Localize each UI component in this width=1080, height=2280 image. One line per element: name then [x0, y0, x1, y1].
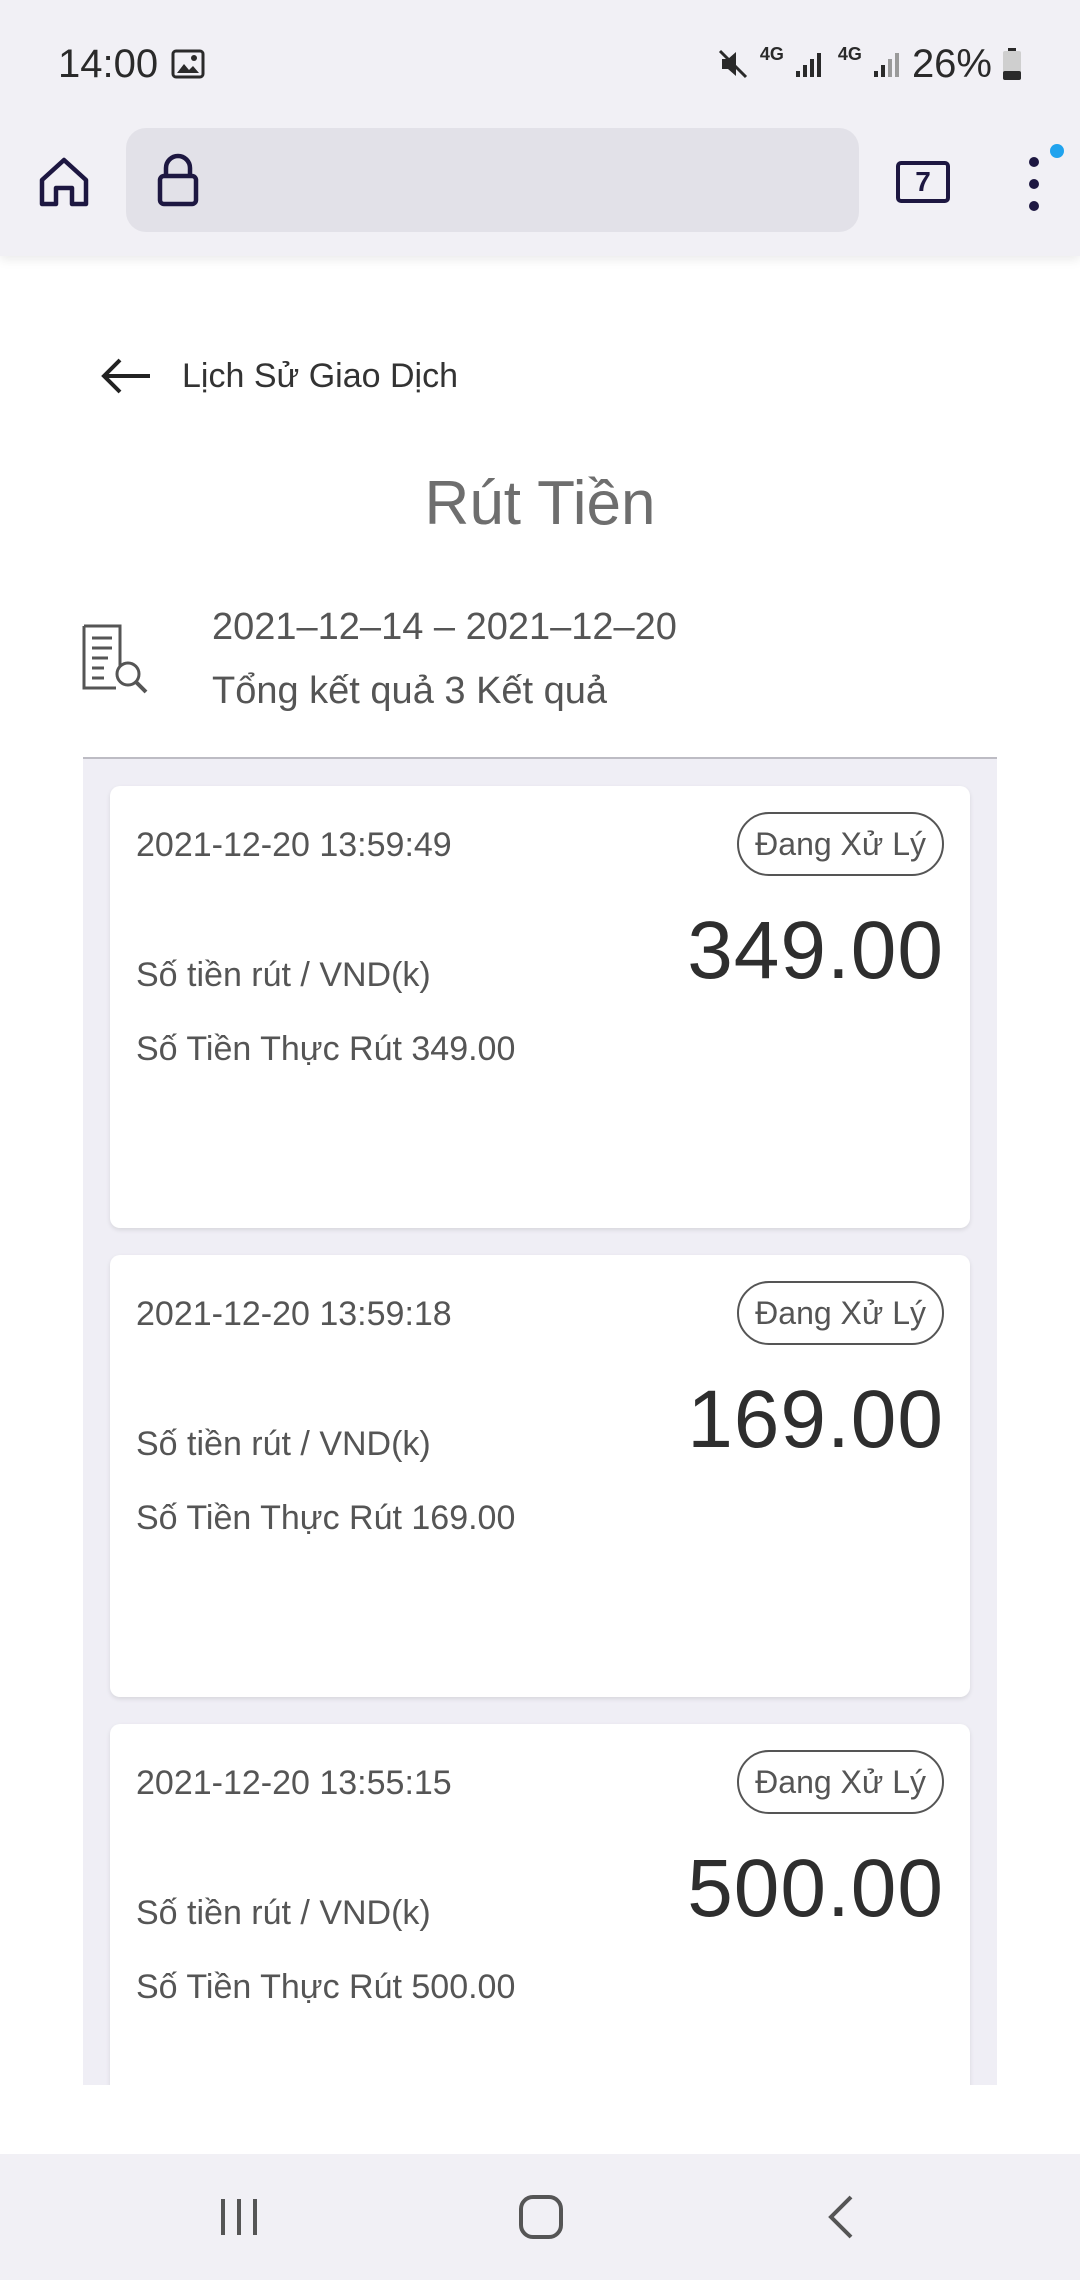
system-nav-bar	[0, 2154, 1080, 2280]
battery-icon	[1003, 48, 1021, 80]
signal-icon-1	[795, 53, 821, 77]
status-badge: Đang Xử Lý	[737, 812, 944, 876]
status-bar: 14:00 4G 4G 26%	[0, 0, 1080, 130]
more-options-icon[interactable]	[1016, 150, 1056, 220]
back-link[interactable]: Lịch Sử Giao Dịch	[100, 356, 458, 396]
back-arrow-icon	[101, 358, 150, 394]
back-link-label: Lịch Sử Giao Dịch	[182, 356, 458, 395]
transaction-amount: 169.00	[687, 1374, 944, 1465]
date-range: 2021–12–14 – 2021–12–20	[212, 606, 677, 648]
recent-apps-icon	[221, 2199, 257, 2235]
back-nav-button[interactable]	[808, 2184, 874, 2250]
recent-apps-button[interactable]	[206, 2184, 272, 2250]
network-type-2: 4G	[837, 44, 862, 64]
tab-switcher-button[interactable]: 7	[896, 161, 950, 203]
transaction-list: 2021-12-20 13:59:49 Đang Xử Lý 349.00 Số…	[83, 759, 997, 2085]
amount-unit-label: Số tiền rút / VND(k)	[136, 1425, 431, 1463]
transaction-card[interactable]: 2021-12-20 13:59:18 Đang Xử Lý 169.00 Số…	[110, 1255, 970, 1697]
actual-amount: Số Tiền Thực Rút 349.00	[136, 1030, 516, 1068]
transaction-card[interactable]: 2021-12-20 13:59:49 Đang Xử Lý 349.00 Số…	[110, 786, 970, 1228]
amount-unit-label: Số tiền rút / VND(k)	[136, 1894, 431, 1932]
actual-amount: Số Tiền Thực Rút 500.00	[136, 1968, 516, 2006]
gallery-notification-icon	[171, 49, 205, 79]
status-badge: Đang Xử Lý	[737, 1750, 944, 1814]
address-bar[interactable]	[126, 128, 859, 232]
browser-chrome: 14:00 4G 4G 26% 7	[0, 0, 1080, 256]
transaction-timestamp: 2021-12-20 13:59:18	[136, 1295, 452, 1333]
mute-icon	[718, 49, 747, 79]
network-type-1: 4G	[759, 44, 784, 64]
battery-percent: 26%	[911, 41, 992, 86]
status-badge: Đang Xử Lý	[737, 1281, 944, 1345]
actual-amount: Số Tiền Thực Rút 169.00	[136, 1499, 516, 1537]
transaction-card[interactable]: 2021-12-20 13:55:15 Đang Xử Lý 500.00 Số…	[110, 1724, 970, 2085]
lock-icon	[157, 153, 199, 207]
transaction-timestamp: 2021-12-20 13:55:15	[136, 1764, 452, 1802]
browser-toolbar: 7	[0, 128, 1080, 238]
page-title: Rút Tiền	[424, 469, 656, 538]
update-indicator-dot	[1050, 144, 1064, 158]
signal-icon-2	[873, 53, 899, 77]
transaction-amount: 349.00	[687, 905, 944, 996]
home-nav-button[interactable]	[508, 2184, 574, 2250]
result-count: Tổng kết quả 3 Kết quả	[212, 670, 608, 712]
amount-unit-label: Số tiền rút / VND(k)	[136, 956, 431, 994]
transaction-timestamp: 2021-12-20 13:59:49	[136, 826, 452, 864]
transaction-amount: 500.00	[687, 1843, 944, 1934]
home-button[interactable]	[32, 150, 96, 214]
document-search-icon	[82, 624, 148, 694]
home-nav-icon	[519, 2195, 563, 2239]
status-right: 4G 4G 26%	[716, 42, 1022, 86]
back-nav-icon	[828, 2195, 853, 2239]
status-time: 14:00	[58, 42, 159, 86]
home-icon	[39, 157, 89, 207]
